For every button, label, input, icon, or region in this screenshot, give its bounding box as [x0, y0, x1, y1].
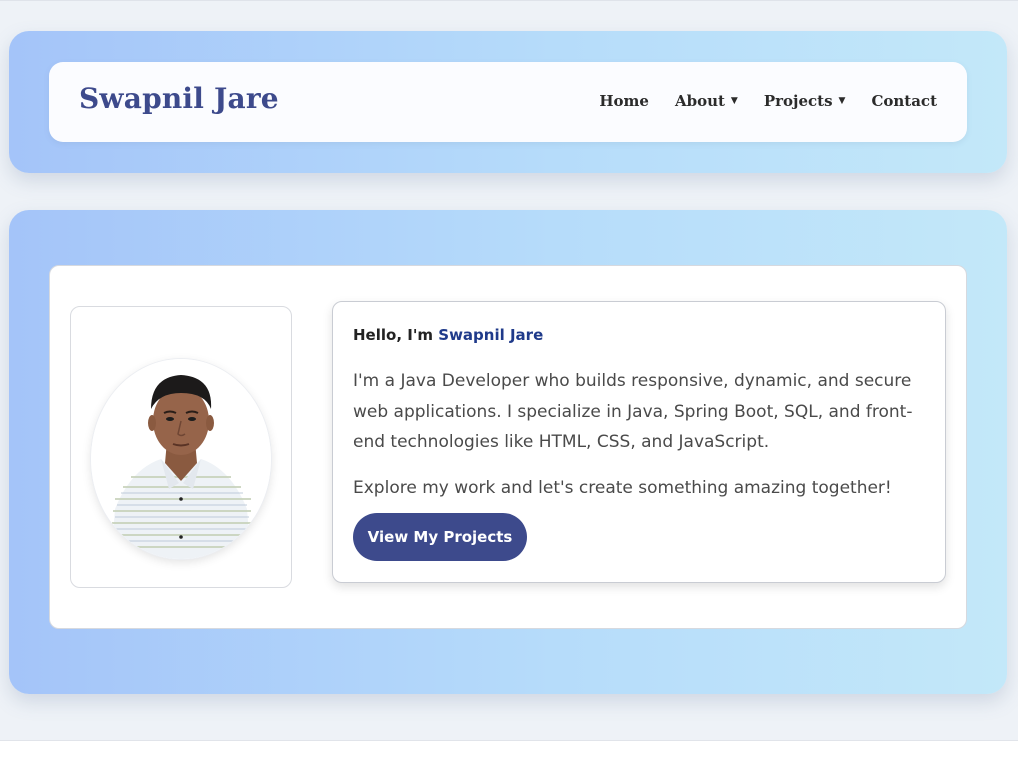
intro-text-card: Hello, I'm Swapnil Jare I'm a Java Devel… [332, 301, 946, 583]
nav-links: Home About ▼ Projects ▼ Contact [599, 92, 937, 110]
nav-item-label: Contact [871, 92, 937, 110]
profile-photo [91, 359, 271, 559]
caret-down-icon: ▼ [838, 96, 846, 106]
nav-item-projects[interactable]: Projects ▼ [764, 92, 846, 110]
navbar: Swapnil Jare Home About ▼ Projects ▼ Con… [49, 62, 967, 142]
nav-item-label: About [674, 92, 725, 110]
caret-down-icon: ▼ [730, 96, 738, 106]
call-to-action-text: Explore my work and let's create somethi… [353, 478, 892, 498]
profile-photo-frame [70, 306, 292, 588]
greeting-name: Swapnil Jare [438, 326, 544, 344]
nav-item-contact[interactable]: Contact [871, 92, 937, 110]
brand-logo-text[interactable]: Swapnil Jare [79, 82, 279, 115]
greeting-prefix: Hello, I'm [353, 326, 439, 344]
footer-bar [0, 740, 1018, 768]
hero-band: Hello, I'm Swapnil Jare I'm a Java Devel… [9, 210, 1007, 694]
top-divider [0, 0, 1018, 1]
nav-item-home[interactable]: Home [599, 92, 649, 110]
view-projects-button[interactable]: View My Projects [353, 513, 527, 561]
nav-item-about[interactable]: About ▼ [675, 92, 738, 110]
person-portrait-icon [91, 359, 271, 559]
nav-item-label: Home [599, 92, 649, 110]
greeting-heading: Hello, I'm Swapnil Jare [353, 326, 543, 344]
hero-card: Hello, I'm Swapnil Jare I'm a Java Devel… [49, 265, 967, 629]
header-band: Swapnil Jare Home About ▼ Projects ▼ Con… [9, 31, 1007, 173]
nav-item-label: Projects [763, 92, 833, 110]
intro-paragraph: I'm a Java Developer who builds responsi… [353, 371, 913, 452]
